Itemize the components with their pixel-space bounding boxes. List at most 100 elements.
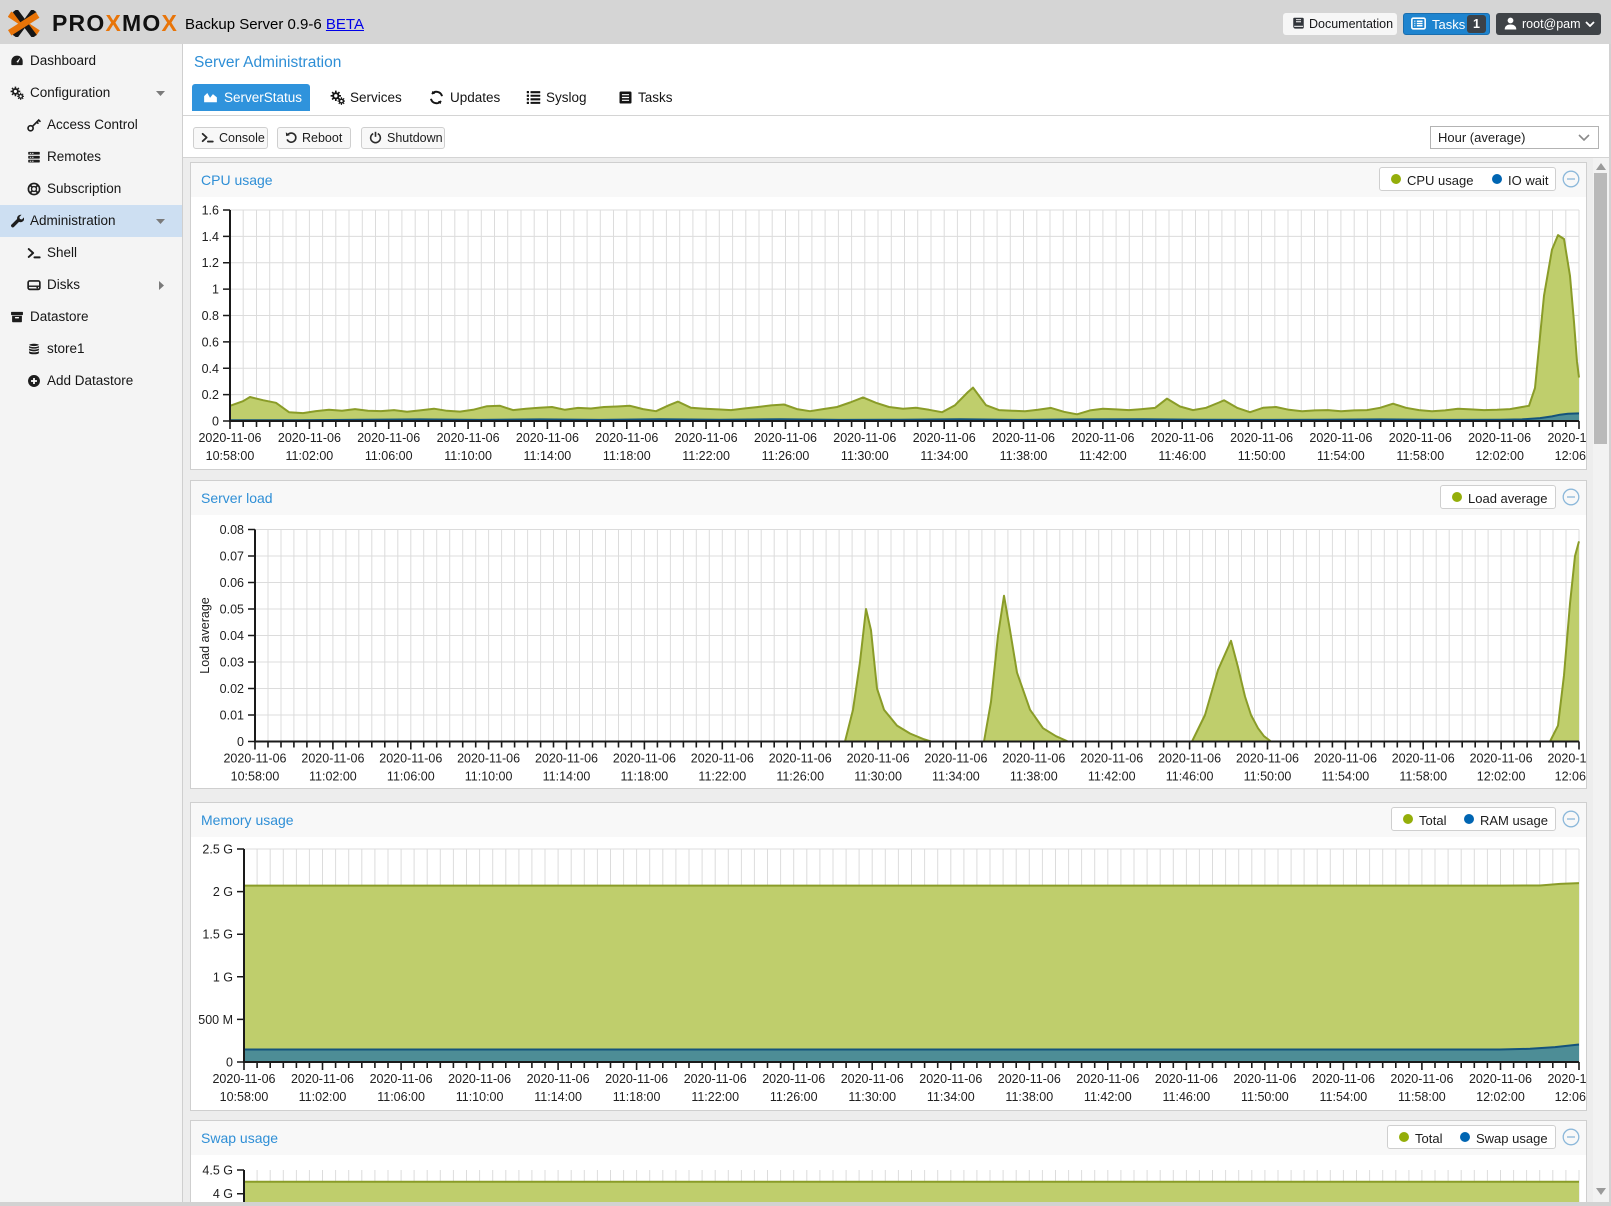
svg-text:11:06:00: 11:06:00 (365, 449, 413, 463)
svg-text:2020-11-06: 2020-11-06 (1233, 1072, 1296, 1086)
svg-text:Load average: Load average (198, 597, 212, 674)
svg-text:2020-11-06: 2020-11-06 (1155, 1072, 1218, 1086)
svg-text:11:46:00: 11:46:00 (1163, 1090, 1211, 1104)
svg-text:2020-11-06: 2020-11-06 (605, 1072, 668, 1086)
svg-text:0.08: 0.08 (220, 523, 244, 537)
svg-text:1 G: 1 G (213, 970, 233, 984)
svg-text:2020-11-06: 2020-11-06 (924, 752, 987, 766)
svg-text:11:38:00: 11:38:00 (1000, 449, 1048, 463)
svg-text:0.8: 0.8 (202, 309, 219, 323)
svg-text:11:06:00: 11:06:00 (377, 1090, 425, 1104)
svg-text:1.6: 1.6 (202, 204, 219, 218)
svg-text:1: 1 (212, 283, 219, 297)
svg-text:11:38:00: 11:38:00 (1010, 770, 1058, 784)
svg-text:11:26:00: 11:26:00 (762, 449, 810, 463)
svg-text:2020-11-06: 2020-11-06 (675, 431, 738, 445)
svg-text:11:54:00: 11:54:00 (1320, 1090, 1368, 1104)
svg-text:11:10:00: 11:10:00 (444, 449, 492, 463)
svg-text:11:22:00: 11:22:00 (698, 770, 746, 784)
svg-text:11:46:00: 11:46:00 (1166, 770, 1214, 784)
svg-text:500 M: 500 M (198, 1013, 233, 1027)
svg-text:2020-11-06: 2020-11-06 (691, 752, 754, 766)
svg-text:11:22:00: 11:22:00 (691, 1090, 739, 1104)
svg-text:1.2: 1.2 (202, 256, 219, 270)
svg-text:11:58:00: 11:58:00 (1396, 449, 1444, 463)
svg-text:2020-11-06: 2020-11-06 (1312, 1072, 1375, 1086)
svg-text:1.4: 1.4 (202, 230, 219, 244)
svg-text:2020-11-06: 2020-11-06 (833, 431, 896, 445)
svg-text:2020-11-06: 2020-11-06 (291, 1072, 354, 1086)
svg-text:0.4: 0.4 (202, 362, 219, 376)
svg-text:2020-11-06: 2020-11-06 (301, 752, 364, 766)
svg-text:2020-11-06: 2020-11-06 (919, 1072, 982, 1086)
svg-text:2020-11-06: 2020-11-06 (1547, 1072, 1586, 1086)
svg-text:11:30:00: 11:30:00 (848, 1090, 896, 1104)
svg-text:2020-11-06: 2020-11-06 (1469, 1072, 1532, 1086)
svg-text:0.06: 0.06 (220, 576, 244, 590)
svg-text:11:14:00: 11:14:00 (534, 1090, 582, 1104)
svg-text:2020-11-06: 2020-11-06 (847, 752, 910, 766)
svg-text:10:58:00: 10:58:00 (231, 770, 280, 784)
svg-text:2020-11-06: 2020-11-06 (1468, 431, 1531, 445)
svg-text:11:42:00: 11:42:00 (1079, 449, 1127, 463)
svg-text:2020-11-06: 2020-11-06 (357, 431, 420, 445)
svg-text:11:10:00: 11:10:00 (465, 770, 513, 784)
svg-text:2020-11-06: 2020-11-06 (1151, 431, 1214, 445)
svg-text:11:30:00: 11:30:00 (841, 449, 889, 463)
svg-text:12:02:00: 12:02:00 (1476, 1090, 1525, 1104)
svg-text:2020-11-06: 2020-11-06 (754, 431, 817, 445)
svg-text:2020-11-06: 2020-11-06 (1230, 431, 1293, 445)
svg-text:11:18:00: 11:18:00 (603, 449, 651, 463)
svg-text:2020-11-06: 2020-11-06 (841, 1072, 904, 1086)
svg-text:2020-11-06: 2020-11-06 (1309, 431, 1372, 445)
svg-text:11:54:00: 11:54:00 (1317, 449, 1365, 463)
svg-text:0.04: 0.04 (220, 629, 244, 643)
svg-text:11:38:00: 11:38:00 (1005, 1090, 1053, 1104)
svg-text:0: 0 (237, 735, 244, 749)
svg-text:11:18:00: 11:18:00 (613, 1090, 661, 1104)
svg-text:11:10:00: 11:10:00 (456, 1090, 504, 1104)
svg-text:2020-11-06: 2020-11-06 (1470, 752, 1533, 766)
svg-text:11:18:00: 11:18:00 (621, 770, 669, 784)
svg-text:2020-11-06: 2020-11-06 (535, 752, 598, 766)
svg-text:12:02:00: 12:02:00 (1475, 449, 1524, 463)
svg-text:10:58:00: 10:58:00 (220, 1090, 269, 1104)
svg-text:2020-11-06: 2020-11-06 (379, 752, 442, 766)
svg-text:2020-11-06: 2020-11-06 (1071, 431, 1134, 445)
svg-text:0: 0 (212, 415, 219, 429)
svg-text:12:06:00: 12:06:00 (1555, 1090, 1586, 1104)
svg-text:11:30:00: 11:30:00 (854, 770, 902, 784)
svg-text:10:58:00: 10:58:00 (206, 449, 255, 463)
svg-text:2020-11-06: 2020-11-06 (457, 752, 520, 766)
svg-text:2020-11-06: 2020-11-06 (1389, 431, 1452, 445)
svg-text:11:02:00: 11:02:00 (299, 1090, 347, 1104)
svg-text:2020-11-06: 2020-11-06 (1080, 752, 1143, 766)
svg-text:2020-11-06: 2020-11-06 (613, 752, 676, 766)
svg-text:11:54:00: 11:54:00 (1322, 770, 1370, 784)
svg-text:2020-11-06: 2020-11-06 (223, 752, 286, 766)
svg-text:12:06:00: 12:06:00 (1555, 449, 1586, 463)
svg-text:0.07: 0.07 (220, 550, 244, 564)
svg-text:0.6: 0.6 (202, 335, 219, 349)
svg-text:2 G: 2 G (213, 885, 233, 899)
svg-text:2020-11-06: 2020-11-06 (198, 431, 261, 445)
svg-text:11:34:00: 11:34:00 (927, 1090, 975, 1104)
svg-text:0.01: 0.01 (220, 709, 244, 723)
svg-text:2020-11-06: 2020-11-06 (212, 1072, 275, 1086)
svg-text:4 G: 4 G (213, 1187, 233, 1201)
svg-text:2020-11-06: 2020-11-06 (370, 1072, 433, 1086)
svg-text:0.02: 0.02 (220, 682, 244, 696)
svg-text:2020-11-06: 2020-11-06 (1236, 752, 1299, 766)
svg-text:12:02:00: 12:02:00 (1477, 770, 1526, 784)
svg-text:2020-11-06: 2020-11-06 (992, 431, 1055, 445)
svg-text:2020-11-06: 2020-11-06 (769, 752, 832, 766)
svg-text:2020-11-06: 2020-11-06 (762, 1072, 825, 1086)
svg-text:11:22:00: 11:22:00 (682, 449, 730, 463)
svg-text:2020-11-06: 2020-11-06 (1547, 431, 1586, 445)
svg-text:1.5 G: 1.5 G (202, 928, 233, 942)
svg-text:11:58:00: 11:58:00 (1398, 1090, 1446, 1104)
svg-text:11:02:00: 11:02:00 (309, 770, 357, 784)
svg-text:2020-11-06: 2020-11-06 (1392, 752, 1455, 766)
svg-text:0: 0 (226, 1056, 233, 1070)
svg-text:2020-11-06: 2020-11-06 (1076, 1072, 1139, 1086)
